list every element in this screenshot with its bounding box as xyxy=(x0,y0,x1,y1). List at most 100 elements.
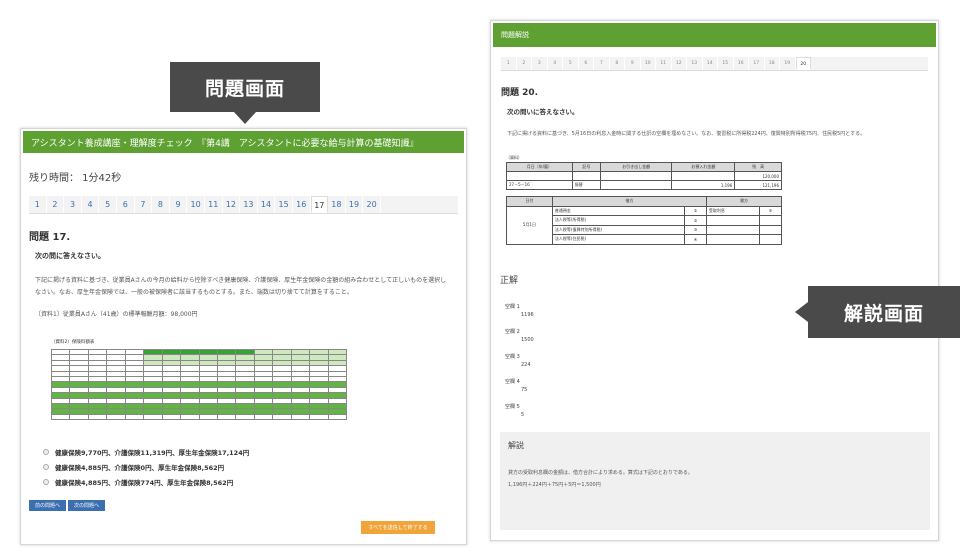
explanation-tab[interactable]: 1 xyxy=(501,57,517,70)
question-instruction: 次の問に答えなさい。 xyxy=(35,252,105,260)
answer-option-label: 健康保険4,885円、介護保険0円、厚生年金保険8,562円 xyxy=(55,464,225,472)
explanation-tab[interactable]: 3 xyxy=(532,57,548,70)
answer-blank: 空欄 3 224 xyxy=(505,353,534,368)
explanation-question-text: 下記に掲げる資料に基づき、5月16日の利息入金時に関する仕訳の空欄を埋めなさい。… xyxy=(507,131,866,137)
next-question-button[interactable]: 次の問題へ xyxy=(68,500,105,511)
journal-cell xyxy=(506,171,573,181)
explanation-text: 貸方の受取利息欄の金額は、借方合計により求める。算式は下記のとおりである。 1,… xyxy=(508,467,922,491)
submit-all-button[interactable]: すべてを送信して終了する xyxy=(361,521,435,534)
blank-label: 空欄 4 xyxy=(505,379,520,385)
insurance-rate-table: （資料2）保険料額表 xyxy=(50,339,348,423)
blank-value: 75 xyxy=(521,387,528,393)
question-tab[interactable]: 5 xyxy=(99,196,117,213)
explanation-tab[interactable]: 4 xyxy=(548,57,563,70)
debit-blank-mark: ① xyxy=(684,205,707,216)
radio-button[interactable] xyxy=(43,464,49,470)
journal-cell: 121,196 xyxy=(734,180,782,190)
explanation-tabs: 1 2 3 4 5 6 7 8 9 10 11 12 13 14 15 16 17 18 19 20 xyxy=(501,57,928,71)
question-tab[interactable]: 19 xyxy=(346,196,364,213)
entry-header-cell: 貸方 xyxy=(705,196,783,207)
explanation-tab[interactable]: 14 xyxy=(703,57,718,70)
explanation-tab[interactable]: 6 xyxy=(579,57,594,70)
blank-value: 1500 xyxy=(521,337,534,343)
blank-label: 空欄 3 xyxy=(505,354,520,360)
question-tab[interactable]: 17 xyxy=(310,196,329,213)
answer-blank: 空欄 4 75 xyxy=(505,378,534,393)
explanation-box: 解説 貸方の受取利息欄の金額は、借方合計により求める。算式は下記のとおりである。… xyxy=(500,432,930,530)
question-tab[interactable]: 18 xyxy=(328,196,346,213)
explanation-tab[interactable]: 8 xyxy=(610,57,625,70)
journal-caption: （資料） xyxy=(506,155,522,160)
journal-header-cell: お引き出し金額 xyxy=(599,162,673,172)
explanation-tab[interactable]: 5 xyxy=(563,57,579,70)
journal-cell xyxy=(571,171,601,181)
credit-account: 受取利息 xyxy=(705,205,761,216)
explanation-instruction: 次の問いに答えなさい。 xyxy=(507,108,579,116)
explanation-tab[interactable]: 7 xyxy=(594,57,610,70)
journal-cell: 120,000 xyxy=(734,171,782,181)
question-tab[interactable]: 16 xyxy=(293,196,311,213)
explanation-tab[interactable]: 11 xyxy=(656,57,672,70)
question-header: アシスタント養成講座・理解度チェック 『第4講 アシスタントに必要な給与計算の基… xyxy=(23,131,464,153)
question-tab[interactable]: 2 xyxy=(47,196,65,213)
blank-label: 空欄 2 xyxy=(505,329,520,335)
journal-tables: （資料） 月日（年/暦） 記号 お引き出し金額 お預入れ金額残 高 120,000 27－… xyxy=(506,155,783,245)
explanation-tab[interactable]: 16 xyxy=(734,57,749,70)
answer-option[interactable]: 健康保険4,885円、介護保険774円、厚生年金保険8,562円 xyxy=(43,477,249,487)
insurance-table-caption: （資料2）保険料額表 xyxy=(51,340,95,345)
question-tab[interactable]: 7 xyxy=(135,196,153,213)
question-screen-callout: 問題画面 xyxy=(170,62,320,124)
entry-header-cell: 借方 xyxy=(551,196,707,207)
debit-account: 普通預金 xyxy=(551,205,686,216)
entry-date: 5月1日 xyxy=(506,205,553,245)
radio-button[interactable] xyxy=(43,449,49,455)
question-tab[interactable]: 6 xyxy=(117,196,135,213)
answer-option[interactable]: 健康保険4,885円、介護保険0円、厚生年金保険8,562円 xyxy=(43,462,249,472)
question-tab[interactable]: 11 xyxy=(205,196,223,213)
answer-option[interactable]: 健康保険9,770円、介護保険11,319円、厚生年金保険17,124円 xyxy=(43,447,249,457)
question-tab[interactable]: 8 xyxy=(152,196,170,213)
composite-screenshot: アシスタント養成講座・理解度チェック 『第4講 アシスタントに必要な給与計算の基… xyxy=(0,0,960,560)
explanation-tab[interactable]: 17 xyxy=(749,57,765,70)
question-tab[interactable]: 12 xyxy=(223,196,241,213)
explanation-tab[interactable]: 15 xyxy=(718,57,734,70)
answer-blank: 空欄 1 1196 xyxy=(505,303,534,318)
explanation-line-1: 貸方の受取利息欄の金額は、借方合計により求める。算式は下記のとおりである。 xyxy=(508,470,693,476)
question-tab[interactable]: 13 xyxy=(240,196,258,213)
question-tab[interactable]: 10 xyxy=(187,196,205,213)
answer-blanks: 空欄 1 1196 空欄 2 1500 空欄 3 224 空欄 4 75 空欄 55 xyxy=(505,303,534,428)
answer-options: 健康保険9,770円、介護保険11,319円、厚生年金保険17,124円 健康保険… xyxy=(43,447,249,492)
question-tab[interactable]: 3 xyxy=(64,196,82,213)
explanation-tab[interactable]: 12 xyxy=(672,57,687,70)
debit-blank-mark: ④ xyxy=(684,234,707,245)
explanation-tab[interactable]: 18 xyxy=(765,57,780,70)
answer-blank: 空欄 2 1500 xyxy=(505,328,534,343)
journal-header-cell: 残 高 xyxy=(734,162,782,172)
explanation-tab[interactable]: 13 xyxy=(687,57,703,70)
timer: 残り時間： 1分42秒 xyxy=(29,173,122,184)
question-tab[interactable]: 9 xyxy=(170,196,188,213)
explanation-line-2: 1,196円＋224円＋75円＋5円＝1,500円 xyxy=(508,482,601,488)
question-tab[interactable]: 15 xyxy=(275,196,293,213)
question-tab[interactable]: 14 xyxy=(258,196,276,213)
credit-blank-mark: ⑤ xyxy=(759,205,782,216)
explanation-tab[interactable]: 19 xyxy=(780,57,796,70)
explanation-tab[interactable]: 9 xyxy=(625,57,641,70)
explanation-screen-callout: 解説画面 xyxy=(795,286,960,338)
answer-blank: 空欄 55 xyxy=(505,403,534,418)
journal-header-cell: お預入れ金額 xyxy=(671,162,736,172)
question-title: 問題 17. xyxy=(29,232,71,243)
question-tab[interactable]: 20 xyxy=(363,196,381,213)
journal-cell xyxy=(599,171,673,181)
explanation-tab[interactable]: 2 xyxy=(517,57,532,70)
question-tab[interactable]: 1 xyxy=(29,196,47,213)
blank-label: 空欄 1 xyxy=(505,304,520,310)
explanation-tab[interactable]: 20 xyxy=(795,57,811,70)
journal-cell: 27－5－16 xyxy=(506,180,573,190)
question-tab[interactable]: 4 xyxy=(82,196,100,213)
debit-account: 法人税等(住民税) xyxy=(551,234,686,245)
prev-question-button[interactable]: 前の問題へ xyxy=(29,500,66,511)
question-tabs: 1 2 3 4 5 6 7 8 9 10 11 12 13 14 15 16 17 18 19 20 xyxy=(29,196,458,214)
explanation-tab[interactable]: 10 xyxy=(641,57,656,70)
radio-button[interactable] xyxy=(43,479,49,485)
